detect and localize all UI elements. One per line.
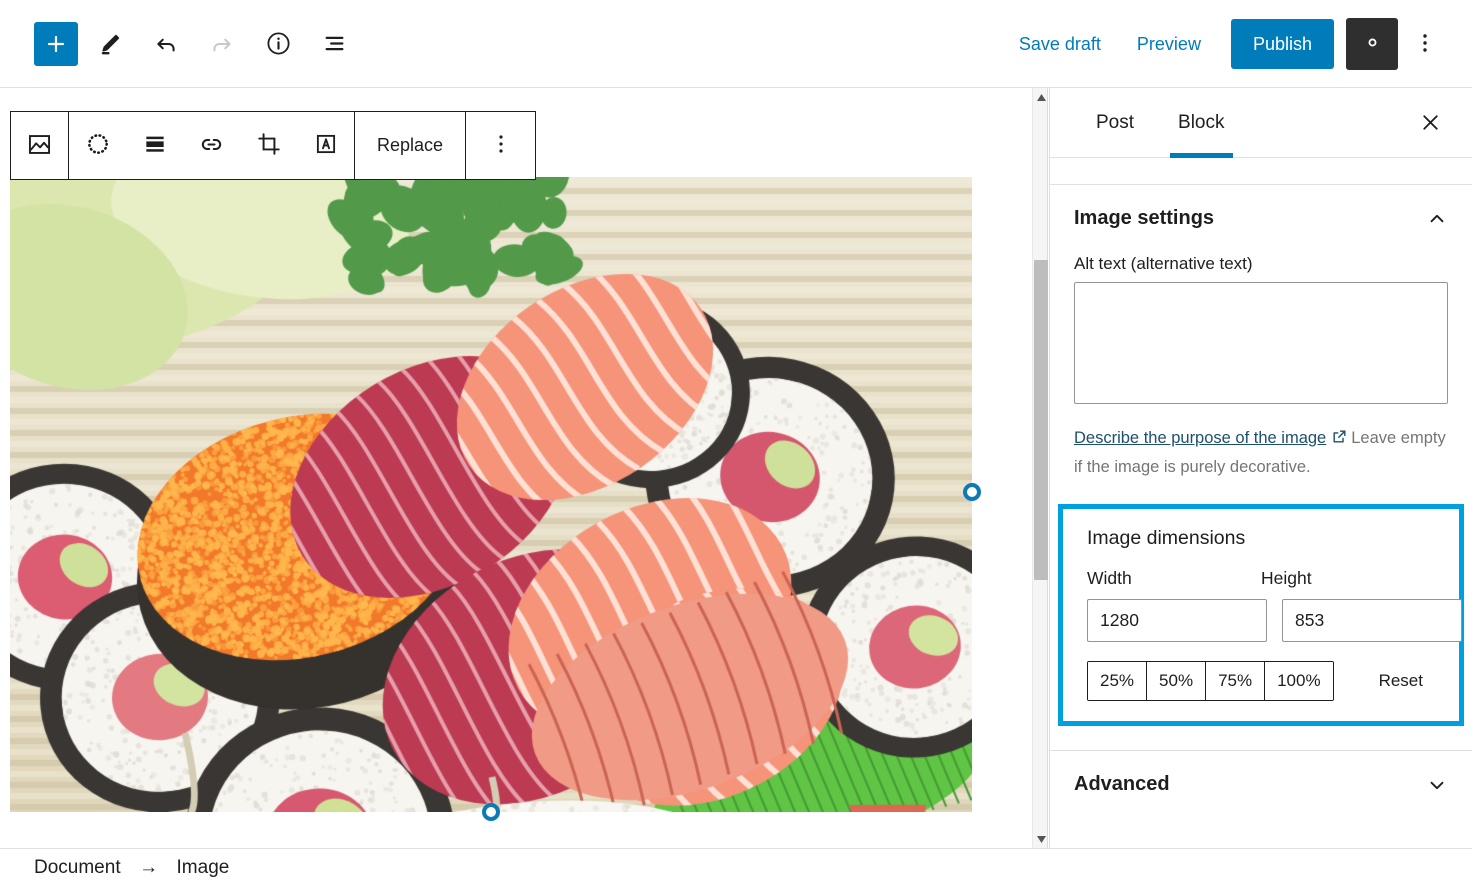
advanced-title: Advanced (1074, 773, 1170, 796)
pencil-icon (97, 31, 123, 57)
link-button[interactable] (183, 112, 240, 179)
scroll-up-arrow-icon[interactable] (1033, 88, 1049, 106)
kebab-menu-icon (498, 132, 504, 159)
tab-post[interactable]: Post (1074, 88, 1156, 158)
plus-icon (44, 32, 68, 56)
sushi-platter-image (10, 177, 972, 812)
top-bar-actions: Save draft Preview Publish (1001, 0, 1448, 88)
scroll-down-arrow-icon[interactable] (1033, 830, 1049, 848)
list-view-button[interactable] (310, 20, 358, 68)
edit-tool-button[interactable] (86, 20, 134, 68)
settings-sidebar: Post Block Image settings Alt text (alte… (1049, 88, 1472, 848)
image-dimensions-title: Image dimensions (1079, 525, 1443, 568)
info-circle-icon (265, 30, 292, 57)
close-sidebar-button[interactable] (1410, 104, 1450, 144)
image-tools-group (69, 112, 354, 179)
scale-75-button[interactable]: 75% (1206, 662, 1265, 700)
dotted-circle-icon (85, 131, 111, 160)
undo-arrow-icon (153, 31, 179, 57)
chevron-up-icon (1426, 208, 1448, 230)
undo-button[interactable] (142, 20, 190, 68)
height-label: Height (1261, 568, 1435, 599)
more-options-button[interactable] (1402, 19, 1448, 69)
align-bars-icon (142, 131, 168, 160)
image-settings-title: Image settings (1074, 207, 1214, 230)
image-dimensions-panel: Image dimensions Width Height 25% 50% 75… (1058, 504, 1464, 726)
image-settings-panel-header[interactable]: Image settings (1050, 185, 1472, 248)
resize-handle-bottom[interactable] (482, 803, 500, 821)
save-draft-button[interactable]: Save draft (1001, 24, 1119, 65)
resize-handle-right[interactable] (963, 483, 981, 501)
breadcrumb: Document → Image (34, 857, 229, 879)
settings-toggle-button[interactable] (1346, 18, 1398, 70)
link-icon (198, 131, 225, 161)
height-input[interactable] (1282, 599, 1462, 642)
crop-icon (256, 131, 282, 160)
width-label: Width (1087, 568, 1261, 599)
image-block-icon (26, 131, 53, 161)
tab-block[interactable]: Block (1156, 88, 1246, 158)
chevron-down-icon (1426, 774, 1448, 796)
alt-text-field-wrapper (1050, 282, 1472, 409)
block-type-group (11, 112, 68, 179)
scale-button-group: 25% 50% 75% 100% (1087, 661, 1334, 701)
external-link-icon (1331, 427, 1348, 454)
kebab-menu-icon (1422, 31, 1428, 58)
scale-100-button[interactable]: 100% (1265, 662, 1332, 700)
align-none-button[interactable] (69, 112, 126, 179)
block-more-options-button[interactable] (466, 112, 535, 179)
close-x-icon (1419, 111, 1442, 137)
add-text-over-image-button[interactable] (297, 112, 354, 179)
redo-arrow-icon (209, 31, 235, 57)
replace-button[interactable]: Replace (355, 112, 465, 179)
breadcrumb-separator: → (139, 857, 158, 878)
width-input[interactable] (1087, 599, 1267, 642)
add-block-button[interactable] (34, 22, 78, 66)
breadcrumb-image[interactable]: Image (177, 857, 230, 879)
list-view-icon (321, 30, 348, 57)
text-over-image-icon (313, 131, 339, 160)
redo-button[interactable] (198, 20, 246, 68)
reset-dimensions-button[interactable]: Reset (1367, 665, 1435, 697)
scale-presets-row: 25% 50% 75% 100% Reset (1079, 642, 1443, 701)
scale-50-button[interactable]: 50% (1147, 662, 1206, 700)
details-button[interactable] (254, 20, 302, 68)
alt-text-input[interactable] (1074, 282, 1448, 404)
align-full-width-button[interactable] (126, 112, 183, 179)
block-card-row (1050, 158, 1472, 185)
alt-text-label: Alt text (alternative text) (1050, 248, 1472, 282)
publish-button[interactable]: Publish (1231, 19, 1334, 69)
editor-scrollbar[interactable] (1032, 88, 1048, 848)
scrollbar-thumb[interactable] (1034, 260, 1048, 580)
scale-25-button[interactable]: 25% (1088, 662, 1147, 700)
crop-button[interactable] (240, 112, 297, 179)
dimension-inputs-row (1079, 599, 1443, 642)
sidebar-tabs: Post Block (1050, 88, 1472, 158)
editor-top-bar: Save draft Preview Publish (0, 0, 1472, 88)
describe-purpose-link[interactable]: Describe the purpose of the image (1074, 429, 1326, 447)
preview-button[interactable]: Preview (1119, 24, 1219, 65)
editor-canvas: Replace (0, 88, 1032, 848)
block-type-image-button[interactable] (11, 112, 68, 179)
editor-footer: Document → Image (0, 848, 1472, 886)
advanced-panel-header[interactable]: Advanced (1050, 751, 1472, 814)
selected-image-block[interactable] (10, 177, 972, 812)
top-bar-tools (0, 20, 358, 68)
image-block-toolbar: Replace (10, 111, 536, 180)
alt-text-help: Describe the purpose of the imageLeave e… (1050, 409, 1472, 481)
dimension-labels-row: Width Height (1079, 568, 1443, 599)
gear-icon (1360, 30, 1385, 58)
wordpress-block-editor: Save draft Preview Publish (0, 0, 1472, 886)
breadcrumb-document[interactable]: Document (34, 857, 121, 879)
